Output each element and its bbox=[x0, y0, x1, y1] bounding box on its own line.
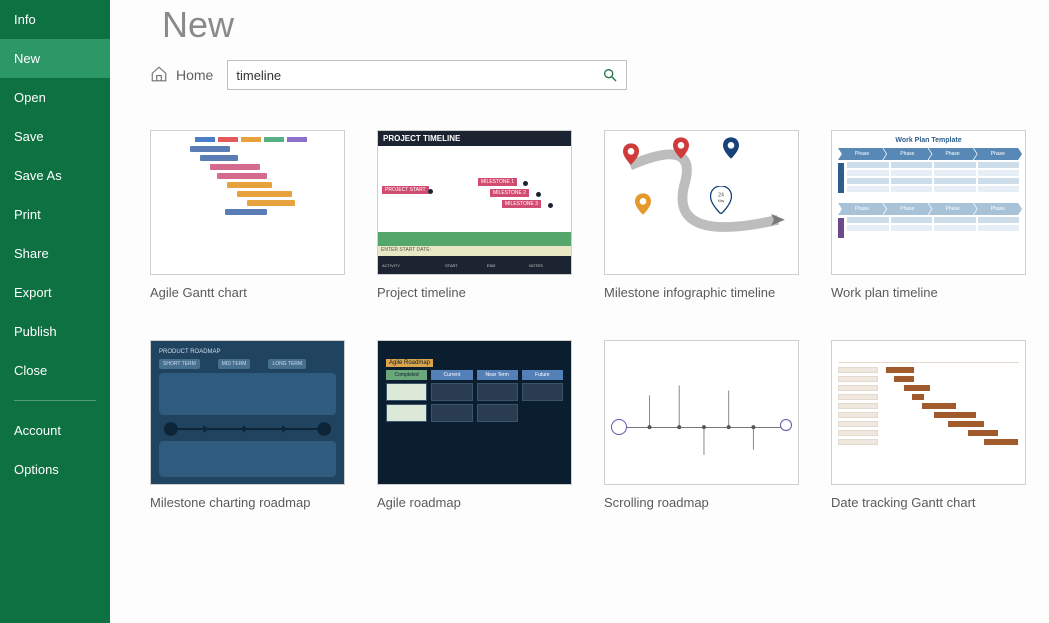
template-thumb bbox=[831, 340, 1026, 485]
sidebar-item-info[interactable]: Info bbox=[0, 0, 110, 39]
template-agile-roadmap[interactable]: Agile Roadmap Completed Current Near Ter… bbox=[377, 340, 572, 510]
search-input[interactable] bbox=[236, 68, 602, 83]
template-scrolling-roadmap[interactable]: Scrolling roadmap bbox=[604, 340, 799, 510]
thumb-chev: Phase bbox=[929, 148, 977, 160]
thumb-tag: MILESTONE 1 bbox=[478, 178, 517, 186]
main-content: New Home bbox=[110, 0, 1049, 623]
thumb-chev: Phase bbox=[883, 203, 931, 215]
template-label: Scrolling roadmap bbox=[604, 495, 799, 510]
pin-icon bbox=[673, 137, 689, 159]
template-label: Work plan timeline bbox=[831, 285, 1026, 300]
thumb-col: Completed bbox=[386, 370, 427, 380]
thumb-title: Agile Roadmap bbox=[386, 359, 433, 367]
search-button[interactable] bbox=[602, 67, 618, 83]
pin-icon bbox=[635, 193, 651, 215]
home-icon bbox=[150, 65, 168, 86]
template-work-plan[interactable]: Work Plan Template Phase Phase Phase Pha… bbox=[831, 130, 1026, 300]
template-label: Agile roadmap bbox=[377, 495, 572, 510]
thumb-col: LONG TERM bbox=[268, 359, 306, 369]
svg-text:24: 24 bbox=[718, 193, 724, 199]
sidebar-item-open[interactable]: Open bbox=[0, 78, 110, 117]
thumb-title: PRODUCT ROADMAP bbox=[159, 349, 336, 355]
thumb-ftr: END bbox=[487, 263, 529, 268]
thumb-chev: Phase bbox=[974, 203, 1022, 215]
home-label: Home bbox=[176, 67, 213, 83]
thumb-tag: MILESTONE 2 bbox=[490, 189, 529, 197]
thumb-col: Future bbox=[522, 370, 563, 380]
template-thumb: PRODUCT ROADMAP SHORT TERM MID TERM LONG… bbox=[150, 340, 345, 485]
sidebar-item-print[interactable]: Print bbox=[0, 195, 110, 234]
template-label: Agile Gantt chart bbox=[150, 285, 345, 300]
sidebar-divider bbox=[14, 400, 96, 401]
sidebar-item-close[interactable]: Close bbox=[0, 351, 110, 390]
template-milestone-infographic[interactable]: 24May Milestone infographic timeline bbox=[604, 130, 799, 300]
template-label: Milestone infographic timeline bbox=[604, 285, 799, 300]
template-thumb: Work Plan Template Phase Phase Phase Pha… bbox=[831, 130, 1026, 275]
home-link[interactable]: Home bbox=[150, 65, 213, 86]
template-thumb: 24May bbox=[604, 130, 799, 275]
thumb-ftr: NOTES bbox=[529, 263, 571, 268]
thumb-col: Near Term bbox=[477, 370, 518, 380]
template-thumb: PROJECT TIMELINE PROJECT START MILESTONE… bbox=[377, 130, 572, 275]
template-agile-gantt[interactable]: Agile Gantt chart bbox=[150, 130, 345, 300]
thumb-enter-start: ENTER START DATE: bbox=[378, 246, 571, 256]
thumb-chev: Phase bbox=[883, 148, 931, 160]
template-label: Date tracking Gantt chart bbox=[831, 495, 1026, 510]
thumb-col: SHORT TERM bbox=[159, 359, 200, 369]
thumb-ftr: ACTIVITY bbox=[378, 263, 445, 268]
templates-grid: Agile Gantt chart PROJECT TIMELINE PROJE… bbox=[150, 130, 1049, 510]
thumb-chev: Phase bbox=[838, 203, 886, 215]
pin-icon bbox=[723, 137, 739, 159]
sidebar-item-save[interactable]: Save bbox=[0, 117, 110, 156]
template-label: Project timeline bbox=[377, 285, 572, 300]
thumb-col: Current bbox=[431, 370, 472, 380]
template-thumb bbox=[604, 340, 799, 485]
template-thumb bbox=[150, 130, 345, 275]
pin-icon bbox=[623, 143, 639, 165]
template-milestone-roadmap[interactable]: PRODUCT ROADMAP SHORT TERM MID TERM LONG… bbox=[150, 340, 345, 510]
thumb-ftr: START bbox=[445, 263, 487, 268]
sidebar: Info New Open Save Save As Print Share E… bbox=[0, 0, 110, 623]
thumb-chev: Phase bbox=[838, 148, 886, 160]
search-icon bbox=[602, 67, 618, 83]
thumb-tag: PROJECT START bbox=[382, 186, 429, 194]
thumb-tag: MILESTONE 3 bbox=[502, 200, 541, 208]
sidebar-item-export[interactable]: Export bbox=[0, 273, 110, 312]
thumb-chev: Phase bbox=[974, 148, 1022, 160]
sidebar-item-saveas[interactable]: Save As bbox=[0, 156, 110, 195]
pin-icon: 24May bbox=[710, 186, 732, 214]
sidebar-item-options[interactable]: Options bbox=[0, 450, 110, 489]
sidebar-item-account[interactable]: Account bbox=[0, 411, 110, 450]
template-label: Milestone charting roadmap bbox=[150, 495, 345, 510]
template-date-tracking-gantt[interactable]: Date tracking Gantt chart bbox=[831, 340, 1026, 510]
thumb-col: MID TERM bbox=[218, 359, 251, 369]
template-thumb: Agile Roadmap Completed Current Near Ter… bbox=[377, 340, 572, 485]
sidebar-item-new[interactable]: New bbox=[0, 39, 110, 78]
sidebar-item-share[interactable]: Share bbox=[0, 234, 110, 273]
header-row: Home bbox=[150, 60, 1049, 90]
template-project-timeline[interactable]: PROJECT TIMELINE PROJECT START MILESTONE… bbox=[377, 130, 572, 300]
thumb-title: Work Plan Template bbox=[838, 137, 1019, 144]
sidebar-item-publish[interactable]: Publish bbox=[0, 312, 110, 351]
thumb-header: PROJECT TIMELINE bbox=[378, 131, 571, 146]
search-box bbox=[227, 60, 627, 90]
page-title: New bbox=[150, 0, 1049, 60]
svg-text:May: May bbox=[718, 199, 725, 203]
thumb-chev: Phase bbox=[929, 203, 977, 215]
